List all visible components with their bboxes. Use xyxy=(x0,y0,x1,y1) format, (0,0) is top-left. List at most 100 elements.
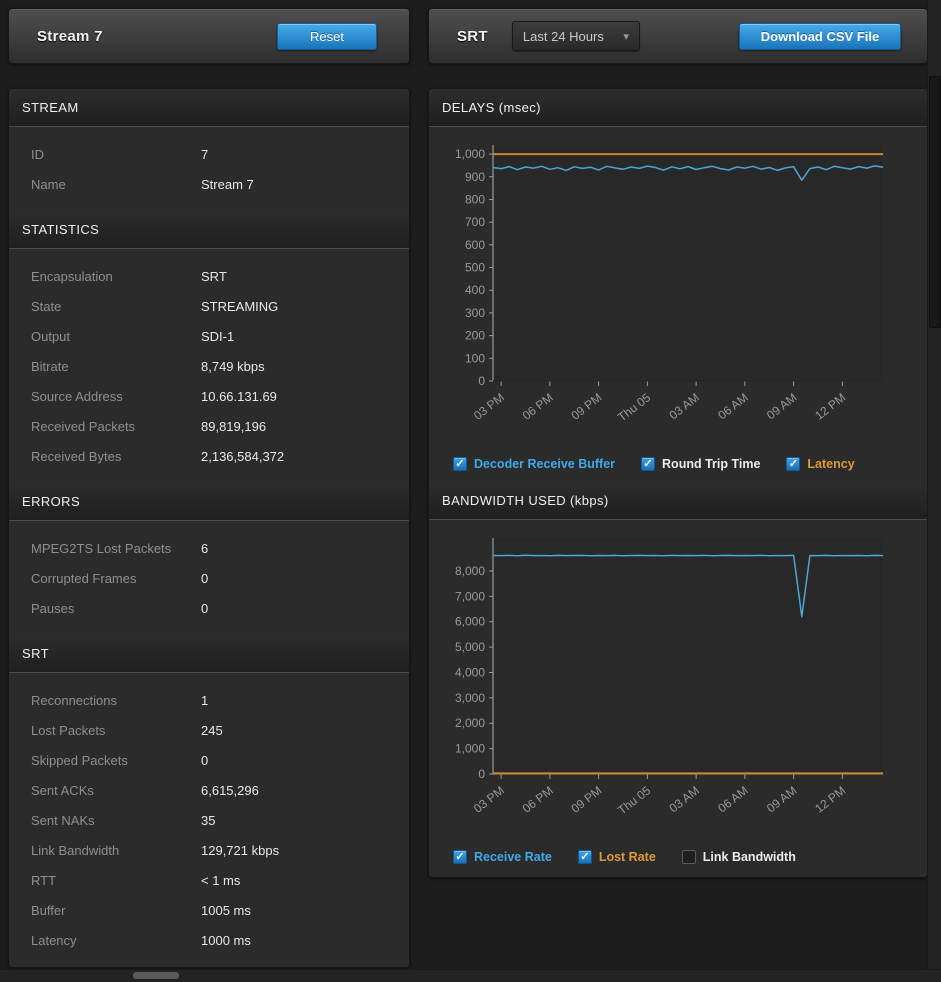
detail-row: Lost Packets 245 xyxy=(9,715,409,745)
row-value: 10.66.131.69 xyxy=(201,389,277,404)
chart-svg: 01002003004005006007008009001,00003 PM06… xyxy=(429,127,899,447)
row-value: 1000 ms xyxy=(201,933,251,948)
bandwidth-legend: ✓Receive Rate ✓Lost Rate Link Bandwidth xyxy=(429,845,927,875)
stream-title: Stream 7 xyxy=(37,28,103,45)
bandwidth-chart: 01,0002,0003,0004,0005,0006,0007,0008,00… xyxy=(429,520,927,845)
svg-text:1,000: 1,000 xyxy=(455,742,485,756)
svg-text:03 AM: 03 AM xyxy=(667,390,702,422)
svg-text:09 AM: 09 AM xyxy=(764,390,799,422)
svg-text:09 AM: 09 AM xyxy=(764,783,799,815)
checked-checkbox-icon[interactable]: ✓ xyxy=(453,850,467,864)
statistics-rows: Encapsulation SRT State STREAMING Output… xyxy=(9,249,409,483)
svg-text:12 PM: 12 PM xyxy=(812,390,848,422)
row-label: Sent ACKs xyxy=(31,783,201,798)
row-value: SRT xyxy=(201,269,227,284)
legend-item-lost-rate[interactable]: ✓Lost Rate xyxy=(578,850,656,864)
svg-text:600: 600 xyxy=(465,238,485,252)
legend-item-latency[interactable]: ✓ Latency xyxy=(786,457,854,471)
legend-label: Round Trip Time xyxy=(662,457,760,471)
row-label: MPEG2TS Lost Packets xyxy=(31,541,201,556)
chart-svg: 01,0002,0003,0004,0005,0006,0007,0008,00… xyxy=(429,520,899,840)
svg-text:0: 0 xyxy=(478,767,485,781)
download-csv-button[interactable]: Download CSV File xyxy=(739,23,901,50)
detail-row: Reconnections 1 xyxy=(9,685,409,715)
detail-row: Sent NAKs 35 xyxy=(9,805,409,835)
section-title-bandwidth: BANDWIDTH USED (kbps) xyxy=(429,482,927,520)
svg-text:500: 500 xyxy=(465,261,485,275)
detail-row: Source Address 10.66.131.69 xyxy=(9,381,409,411)
detail-row: Name Stream 7 xyxy=(9,169,409,199)
row-label: Lost Packets xyxy=(31,723,201,738)
detail-row: Bitrate 8,749 kbps xyxy=(9,351,409,381)
checked-checkbox-icon[interactable]: ✓ xyxy=(453,457,467,471)
svg-text:06 PM: 06 PM xyxy=(520,390,556,422)
row-label: Source Address xyxy=(31,389,201,404)
legend-label: Latency xyxy=(807,457,854,471)
horizontal-scrollbar-thumb[interactable] xyxy=(133,972,179,979)
srt-title: SRT xyxy=(457,28,488,45)
svg-text:1,000: 1,000 xyxy=(455,147,485,161)
svg-text:2,000: 2,000 xyxy=(455,716,485,730)
checked-checkbox-icon[interactable]: ✓ xyxy=(641,457,655,471)
row-value: Stream 7 xyxy=(201,177,254,192)
time-range-dropdown[interactable]: Last 24 Hours ▾ xyxy=(512,21,640,51)
section-title-statistics: STATISTICS xyxy=(9,211,409,249)
row-value: 1 xyxy=(201,693,208,708)
detail-row: Sent ACKs 6,615,296 xyxy=(9,775,409,805)
horizontal-scrollbar[interactable] xyxy=(0,969,941,982)
svg-text:800: 800 xyxy=(465,192,485,206)
vertical-scrollbar[interactable] xyxy=(927,0,941,982)
checked-checkbox-icon[interactable]: ✓ xyxy=(786,457,800,471)
svg-text:06 PM: 06 PM xyxy=(520,783,556,815)
row-value: 7 xyxy=(201,147,208,162)
row-label: Reconnections xyxy=(31,693,201,708)
reset-button[interactable]: Reset xyxy=(277,23,377,50)
legend-item-round-trip-time[interactable]: ✓ Round Trip Time xyxy=(641,457,760,471)
svg-text:12 PM: 12 PM xyxy=(812,783,848,815)
checked-checkbox-icon[interactable]: ✓ xyxy=(578,850,592,864)
row-label: Skipped Packets xyxy=(31,753,201,768)
svg-text:900: 900 xyxy=(465,170,485,184)
row-value: 6 xyxy=(201,541,208,556)
svg-text:06 AM: 06 AM xyxy=(715,783,750,815)
svg-text:03 AM: 03 AM xyxy=(667,783,702,815)
stream-header-bar: Stream 7 Reset xyxy=(8,8,410,64)
delays-legend: ✓Decoder Receive Buffer✓Round Trip Time✓… xyxy=(429,452,927,482)
vertical-scrollbar-thumb[interactable] xyxy=(929,76,941,328)
row-label: Received Bytes xyxy=(31,449,201,464)
unchecked-checkbox-icon[interactable] xyxy=(682,850,696,864)
legend-item-receive-rate[interactable]: ✓Receive Rate xyxy=(453,850,552,864)
row-value: 2,136,584,372 xyxy=(201,449,284,464)
svg-text:200: 200 xyxy=(465,329,485,343)
detail-row: Link Bandwidth 129,721 kbps xyxy=(9,835,409,865)
svg-text:400: 400 xyxy=(465,283,485,297)
row-label: Bitrate xyxy=(31,359,201,374)
svg-text:7,000: 7,000 xyxy=(455,589,485,603)
detail-row: Received Packets 89,819,196 xyxy=(9,411,409,441)
row-value: 6,615,296 xyxy=(201,783,259,798)
detail-row: State STREAMING xyxy=(9,291,409,321)
row-label: Latency xyxy=(31,933,201,948)
section-title-srt: SRT xyxy=(9,635,409,673)
svg-text:3,000: 3,000 xyxy=(455,691,485,705)
legend-item-link-bandwidth[interactable]: Link Bandwidth xyxy=(682,850,796,864)
section-title-errors: ERRORS xyxy=(9,483,409,521)
row-value: 245 xyxy=(201,723,223,738)
svg-text:09 PM: 09 PM xyxy=(569,783,605,815)
svg-text:300: 300 xyxy=(465,306,485,320)
stream-details-panel: STREAM ID 7 Name Stream 7 STATISTICS Enc… xyxy=(8,88,410,968)
svg-text:8,000: 8,000 xyxy=(455,564,485,578)
row-value: < 1 ms xyxy=(201,873,240,888)
srt-rows: Reconnections 1 Lost Packets 245 Skipped… xyxy=(9,673,409,967)
svg-text:03 PM: 03 PM xyxy=(471,390,507,422)
svg-text:Thu 05: Thu 05 xyxy=(615,390,653,424)
detail-row: Latency 1000 ms xyxy=(9,925,409,955)
legend-item-decoder-receive-buffer[interactable]: ✓Decoder Receive Buffer xyxy=(453,457,615,471)
row-label: Link Bandwidth xyxy=(31,843,201,858)
detail-row: Pauses 0 xyxy=(9,593,409,623)
row-value: 89,819,196 xyxy=(201,419,266,434)
detail-row: Encapsulation SRT xyxy=(9,261,409,291)
row-label: Output xyxy=(31,329,201,344)
row-label: Sent NAKs xyxy=(31,813,201,828)
section-title-delays: DELAYS (msec) xyxy=(429,89,927,127)
